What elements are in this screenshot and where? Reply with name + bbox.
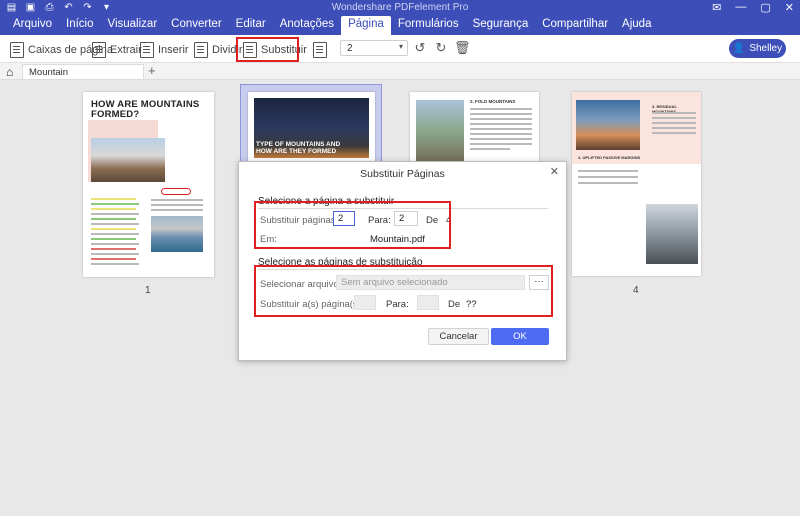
extract-button[interactable]: Extrair — [92, 40, 142, 60]
document-tab-label: Mountain — [29, 67, 69, 78]
rotate-left-icon[interactable]: ↺ — [413, 41, 427, 55]
rotate-right-icon[interactable]: ↻ — [434, 41, 448, 55]
replace-pages-dialog: Substituir Páginas ✕ Selecione a página … — [238, 161, 567, 361]
page2-title: TYPE OF MOUNTAINS AND HOW ARE THEY FORME… — [256, 141, 341, 155]
page1-red-oval — [161, 188, 191, 195]
title-bar: ▤ ▣ ⎙ ↶ ↷ ▾ Wondershare PDFelement Pro ✉… — [0, 0, 800, 16]
add-tab-button[interactable]: + — [148, 63, 156, 78]
chevron-down-icon: ▾ — [398, 42, 403, 51]
page-number-value: 2 — [347, 43, 353, 54]
extract-label: Extrair — [110, 44, 142, 56]
menu-bar: Arquivo Início Visualizar Converter Edit… — [0, 16, 800, 35]
dialog-title: Substituir Páginas — [360, 168, 445, 180]
menu-inicio[interactable]: Início — [59, 16, 101, 35]
page-number-select[interactable]: 2 ▾ — [340, 40, 408, 56]
menu-anotacoes[interactable]: Anotações — [273, 16, 341, 35]
page1-lake-image — [151, 216, 203, 252]
minimize-button[interactable]: — — [735, 1, 746, 14]
page4-number: 4 — [633, 285, 639, 296]
window-controls: ✉ — ▢ ✕ — [712, 1, 794, 14]
page3-valley-image — [416, 100, 464, 170]
insert-icon — [140, 42, 154, 58]
menu-visualizar[interactable]: Visualizar — [101, 16, 165, 35]
target-section-highlight-box — [254, 201, 451, 249]
page-boxes-icon — [10, 42, 24, 58]
maximize-button[interactable]: ▢ — [760, 1, 770, 14]
page1-number: 1 — [145, 285, 151, 296]
insert-label: Inserir — [158, 44, 189, 56]
menu-ajuda[interactable]: Ajuda — [615, 16, 658, 35]
page3-heading: 2. FOLD MOUNTAINS — [470, 99, 516, 104]
menu-formularios[interactable]: Formulários — [391, 16, 466, 35]
page-layout-button[interactable] — [313, 40, 327, 60]
replace-highlight-box — [236, 37, 299, 62]
split-icon — [194, 42, 208, 58]
window-title: Wondershare PDFelement Pro — [331, 2, 469, 13]
home-icon[interactable]: ⌂ — [6, 65, 13, 79]
menu-converter[interactable]: Converter — [164, 16, 229, 35]
page4-rock-image — [646, 204, 698, 264]
menu-arquivo[interactable]: Arquivo — [6, 16, 59, 35]
menu-pagina[interactable]: Página — [341, 16, 391, 35]
page1-mountain-image — [91, 138, 165, 182]
page4-peak-image — [576, 100, 640, 150]
user-account-button[interactable]: 👤 Shelley — [729, 39, 786, 58]
close-window-button[interactable]: ✕ — [785, 1, 794, 14]
menu-seguranca[interactable]: Segurança — [466, 16, 536, 35]
user-icon: 👤 — [732, 43, 746, 54]
insert-button[interactable]: Inserir — [140, 40, 189, 60]
menu-editar[interactable]: Editar — [229, 16, 273, 35]
mail-icon[interactable]: ✉ — [712, 1, 721, 14]
page-thumbnail-1[interactable]: HOW ARE MOUNTAINS FORMED? — [83, 92, 214, 277]
user-name: Shelley — [749, 43, 783, 54]
page-layout-icon — [313, 42, 327, 58]
page1-title: HOW ARE MOUNTAINS FORMED? — [91, 99, 200, 120]
delete-page-icon[interactable]: 🗑 — [454, 41, 471, 55]
menu-compartilhar[interactable]: Compartilhar — [535, 16, 615, 35]
cancel-button[interactable]: Cancelar — [428, 328, 489, 345]
close-icon[interactable]: ✕ — [550, 165, 559, 178]
document-tab[interactable]: Mountain — [22, 64, 144, 79]
document-tab-bar: ⌂ Mountain + — [0, 63, 800, 80]
page-thumbnail-4[interactable]: 3. RESIDUAL MOUNTAINS 4. UPLIFTED PASSIV… — [572, 92, 701, 276]
source-section-highlight-box — [254, 265, 553, 317]
ok-button[interactable]: OK — [491, 328, 549, 345]
extract-icon — [92, 42, 106, 58]
page4-heading-b: 4. UPLIFTED PASSIVE MARGINS — [578, 155, 641, 160]
